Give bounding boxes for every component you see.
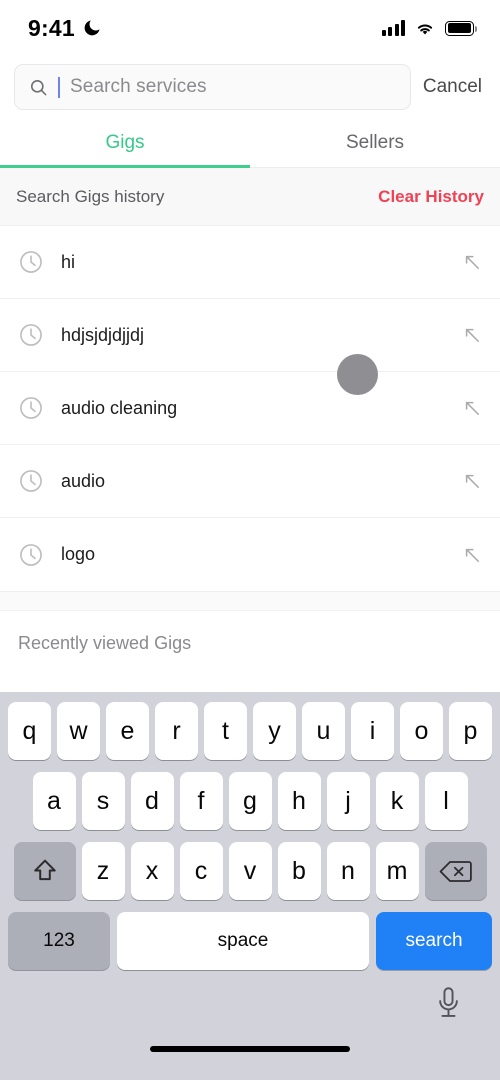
keyboard-row-3: z x c v b n m	[0, 842, 500, 900]
keyboard-row-2: a s d f g h j k l	[0, 772, 500, 830]
clock-icon	[20, 324, 42, 346]
touch-point-indicator	[337, 354, 378, 395]
key-a[interactable]: a	[32, 772, 76, 830]
history-item-label: audio cleaning	[61, 397, 178, 418]
history-row[interactable]: audio	[0, 445, 500, 518]
recently-viewed-section: Recently viewed Gigs	[0, 611, 500, 654]
tab-sellers[interactable]: Sellers	[250, 118, 500, 168]
key-g[interactable]: g	[228, 772, 272, 830]
history-row[interactable]: logo	[0, 518, 500, 591]
status-bar-right	[381, 20, 478, 37]
key-v[interactable]: v	[228, 842, 272, 900]
clear-history-button[interactable]: Clear History	[378, 187, 484, 207]
history-item-label: logo	[61, 544, 96, 564]
key-x[interactable]: x	[130, 842, 174, 900]
clock-icon	[20, 470, 42, 492]
shift-icon	[33, 859, 56, 881]
backspace-key[interactable]	[424, 842, 487, 900]
clock-icon	[20, 251, 42, 273]
cancel-button[interactable]: Cancel	[423, 76, 486, 98]
on-screen-keyboard: q w e r t y u i o p a s d f g h j k l z …	[0, 692, 500, 1080]
key-j[interactable]: j	[326, 772, 370, 830]
history-title: Search Gigs history	[16, 186, 165, 206]
key-u[interactable]: u	[302, 702, 345, 760]
history-row[interactable]: audio cleaning	[0, 372, 500, 445]
tab-bar: Gigs Sellers	[0, 118, 500, 168]
search-placeholder: Search services	[70, 76, 207, 97]
key-l[interactable]: l	[424, 772, 468, 830]
tab-active-underline	[0, 165, 250, 168]
microphone-icon[interactable]	[435, 986, 462, 1022]
space-key[interactable]: space	[117, 912, 369, 970]
arrow-up-left-icon[interactable]	[462, 252, 482, 272]
key-z[interactable]: z	[81, 842, 125, 900]
section-divider	[0, 591, 500, 611]
history-list: hi hdjsjdjdjjdj audio cleaning audio log…	[0, 226, 500, 591]
status-time: 9:41	[28, 14, 75, 41]
mobile-screen: 9:41 Search services Cancel Gigs Sellers…	[0, 0, 500, 1080]
key-y[interactable]: y	[253, 702, 296, 760]
numbers-key[interactable]: 123	[8, 912, 110, 970]
wifi-icon	[417, 24, 433, 35]
key-t[interactable]: t	[204, 702, 247, 760]
key-k[interactable]: k	[375, 772, 419, 830]
search-bar: Search services Cancel	[0, 56, 500, 118]
clock-icon	[20, 397, 42, 419]
search-icon	[30, 79, 47, 95]
history-item-label: hdjsjdjdjjdj	[61, 324, 145, 345]
clock-icon	[20, 543, 42, 566]
key-r[interactable]: r	[155, 702, 198, 760]
key-s[interactable]: s	[81, 772, 125, 830]
status-bar-left: 9:41	[28, 15, 102, 42]
backspace-icon	[439, 860, 472, 882]
key-n[interactable]: n	[326, 842, 370, 900]
history-row[interactable]: hdjsjdjdjjdj	[0, 299, 500, 372]
cellular-signal-icon	[381, 20, 405, 36]
key-i[interactable]: i	[351, 702, 394, 760]
keyboard-bottom-bar	[0, 970, 500, 1066]
history-header: Search Gigs history Clear History	[0, 168, 500, 226]
recently-viewed-title: Recently viewed Gigs	[18, 633, 192, 653]
tab-gigs[interactable]: Gigs	[0, 118, 250, 168]
arrow-up-left-icon[interactable]	[462, 545, 482, 565]
key-m[interactable]: m	[375, 842, 419, 900]
key-f[interactable]: f	[179, 772, 223, 830]
history-row[interactable]: hi	[0, 226, 500, 299]
key-d[interactable]: d	[130, 772, 174, 830]
search-key[interactable]: search	[376, 912, 492, 970]
status-bar: 9:41	[0, 0, 500, 56]
keyboard-row-1: q w e r t y u i o p	[0, 702, 500, 760]
key-e[interactable]: e	[106, 702, 149, 760]
key-b[interactable]: b	[277, 842, 321, 900]
arrow-up-left-icon[interactable]	[462, 471, 482, 491]
search-input[interactable]: Search services	[14, 64, 411, 110]
arrow-up-left-icon[interactable]	[462, 325, 482, 345]
moon-icon	[84, 20, 100, 36]
shift-key[interactable]	[13, 842, 76, 900]
history-item-label: audio	[61, 470, 106, 491]
history-item-label: hi	[61, 251, 76, 272]
keyboard-row-4: 123 space search	[0, 912, 500, 970]
key-h[interactable]: h	[277, 772, 321, 830]
key-o[interactable]: o	[400, 702, 443, 760]
home-indicator[interactable]	[150, 1046, 350, 1052]
key-w[interactable]: w	[57, 702, 100, 760]
text-cursor	[58, 76, 60, 98]
key-c[interactable]: c	[179, 842, 223, 900]
arrow-up-left-icon[interactable]	[462, 398, 482, 418]
key-p[interactable]: p	[449, 702, 492, 760]
key-q[interactable]: q	[8, 702, 51, 760]
battery-icon	[445, 20, 478, 36]
